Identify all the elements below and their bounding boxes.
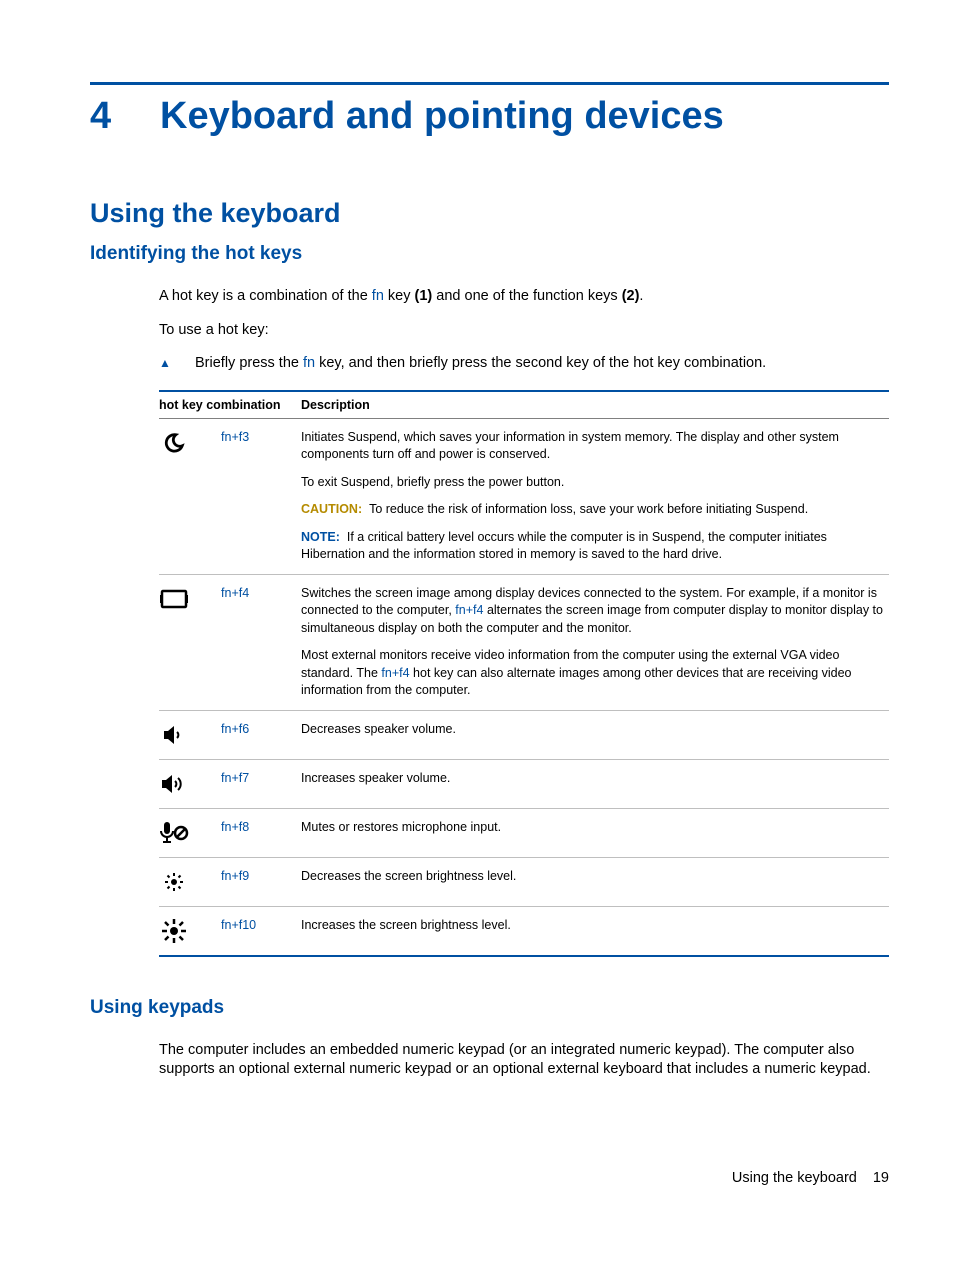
body-content: The computer includes an embedded numeri…: [159, 1041, 889, 1080]
note-block: NOTE: If a critical battery level occurs…: [301, 529, 883, 564]
plus: +: [231, 722, 238, 736]
table-row: fn+f9 Decreases the screen brightness le…: [159, 857, 889, 906]
table-row: fn+f3 Initiates Suspend, which saves you…: [159, 418, 889, 574]
volume-up-icon: [159, 770, 189, 798]
footer-section-text: Using the keyboard: [732, 1170, 857, 1186]
hotkey-description: Increases speaker volume.: [301, 759, 889, 808]
fn-key-text: fn: [372, 288, 384, 304]
text: .: [639, 288, 643, 304]
document-page: 4 Keyboard and pointing devices Using th…: [0, 0, 954, 1236]
hotkey-description: Switches the screen image among display …: [301, 574, 889, 710]
hotkey-combo: fn+f9: [221, 857, 301, 906]
plus: +: [231, 869, 238, 883]
desc-text: Initiates Suspend, which saves your info…: [301, 429, 883, 464]
hotkey-combo: fn+f8: [221, 808, 301, 857]
table-row: fn+f10 Increases the screen brightness l…: [159, 906, 889, 956]
hotkey-combo: fn+f10: [221, 906, 301, 956]
fx-text: f6: [239, 722, 249, 736]
fx-text: f7: [239, 771, 249, 785]
hotkey-description: Decreases speaker volume.: [301, 710, 889, 759]
plus: +: [231, 820, 238, 834]
chapter-number: 4: [90, 95, 160, 138]
desc-text: To exit Suspend, briefly press the power…: [301, 474, 883, 492]
body-content: A hot key is a combination of the fn key…: [159, 287, 889, 957]
plus: +: [231, 430, 238, 444]
fx-text: f4: [473, 603, 483, 617]
chapter-heading: 4 Keyboard and pointing devices: [90, 95, 889, 138]
subsection-identifying-hot-keys: Identifying the hot keys: [90, 243, 889, 265]
desc-text: Switches the screen image among display …: [301, 585, 883, 638]
hotkey-combo: fn+f7: [221, 759, 301, 808]
col-header-combo: hot key combination: [159, 391, 301, 419]
howto-paragraph: To use a hot key:: [159, 321, 889, 341]
text: key, and then briefly press the second k…: [315, 355, 766, 371]
ref-2: (2): [622, 288, 640, 304]
plus: +: [231, 586, 238, 600]
fx-text: f10: [239, 918, 256, 932]
plus: +: [231, 918, 238, 932]
fx-text: f4: [399, 666, 409, 680]
step-text: Briefly press the fn key, and then brief…: [195, 354, 766, 374]
table-row: fn+f6 Decreases speaker volume.: [159, 710, 889, 759]
display-switch-icon: [159, 585, 189, 613]
footer-page-number: 19: [873, 1170, 889, 1186]
ref-1: (1): [415, 288, 433, 304]
brightness-down-icon: [159, 868, 189, 896]
note-label: NOTE:: [301, 530, 340, 544]
brightness-up-icon: [159, 917, 189, 945]
intro-paragraph: A hot key is a combination of the fn key…: [159, 287, 889, 307]
hotkey-combo: fn+f6: [221, 710, 301, 759]
fx-text: f8: [239, 820, 249, 834]
hotkey-description: Increases the screen brightness level.: [301, 906, 889, 956]
section-using-keyboard: Using the keyboard: [90, 198, 889, 229]
plus: +: [466, 603, 473, 617]
fn-text: fn: [221, 820, 231, 834]
table-row: fn+f8 Mutes or restores microphone input…: [159, 808, 889, 857]
table-row: fn+f4 Switches the screen image among di…: [159, 574, 889, 710]
text: and one of the function keys: [432, 288, 621, 304]
hotkey-combo: fn+f3: [221, 418, 301, 574]
moon-suspend-icon: [159, 429, 189, 457]
desc-text: Most external monitors receive video inf…: [301, 647, 883, 700]
caution-block: CAUTION: To reduce the risk of informati…: [301, 501, 883, 519]
hotkey-combo: fn+f4: [221, 574, 301, 710]
fn-text: fn: [221, 722, 231, 736]
text: Briefly press the: [195, 355, 303, 371]
text: A hot key is a combination of the: [159, 288, 372, 304]
keypads-paragraph: The computer includes an embedded numeri…: [159, 1041, 889, 1080]
note-text: If a critical battery level occurs while…: [301, 530, 827, 562]
fn-text: fn: [221, 586, 231, 600]
plus: +: [231, 771, 238, 785]
step-item: ▲ Briefly press the fn key, and then bri…: [159, 354, 889, 374]
caution-text: To reduce the risk of information loss, …: [369, 502, 808, 516]
chapter-title: Keyboard and pointing devices: [160, 95, 724, 138]
step-bullet-icon: ▲: [159, 354, 195, 370]
fn-text: fn: [455, 603, 465, 617]
fn-text: fn: [221, 430, 231, 444]
mic-mute-icon: [159, 819, 189, 847]
hotkey-description: Mutes or restores microphone input.: [301, 808, 889, 857]
volume-down-icon: [159, 721, 189, 749]
subsection-using-keypads: Using keypads: [90, 997, 889, 1019]
fx-text: f3: [239, 430, 249, 444]
fn-text: fn: [221, 918, 231, 932]
page-footer: Using the keyboard 19: [90, 1170, 889, 1186]
table-row: fn+f7 Increases speaker volume.: [159, 759, 889, 808]
col-header-description: Description: [301, 391, 889, 419]
hotkey-table: hot key combination Description fn+f3: [159, 390, 889, 957]
hotkey-description: Decreases the screen brightness level.: [301, 857, 889, 906]
hotkey-description: Initiates Suspend, which saves your info…: [301, 418, 889, 574]
fn-key-text: fn: [303, 355, 315, 371]
fn-text: fn: [221, 869, 231, 883]
chapter-rule: [90, 82, 889, 85]
fn-text: fn: [381, 666, 391, 680]
text: key: [384, 288, 415, 304]
fx-text: f4: [239, 586, 249, 600]
fn-text: fn: [221, 771, 231, 785]
fx-text: f9: [239, 869, 249, 883]
caution-label: CAUTION:: [301, 502, 362, 516]
